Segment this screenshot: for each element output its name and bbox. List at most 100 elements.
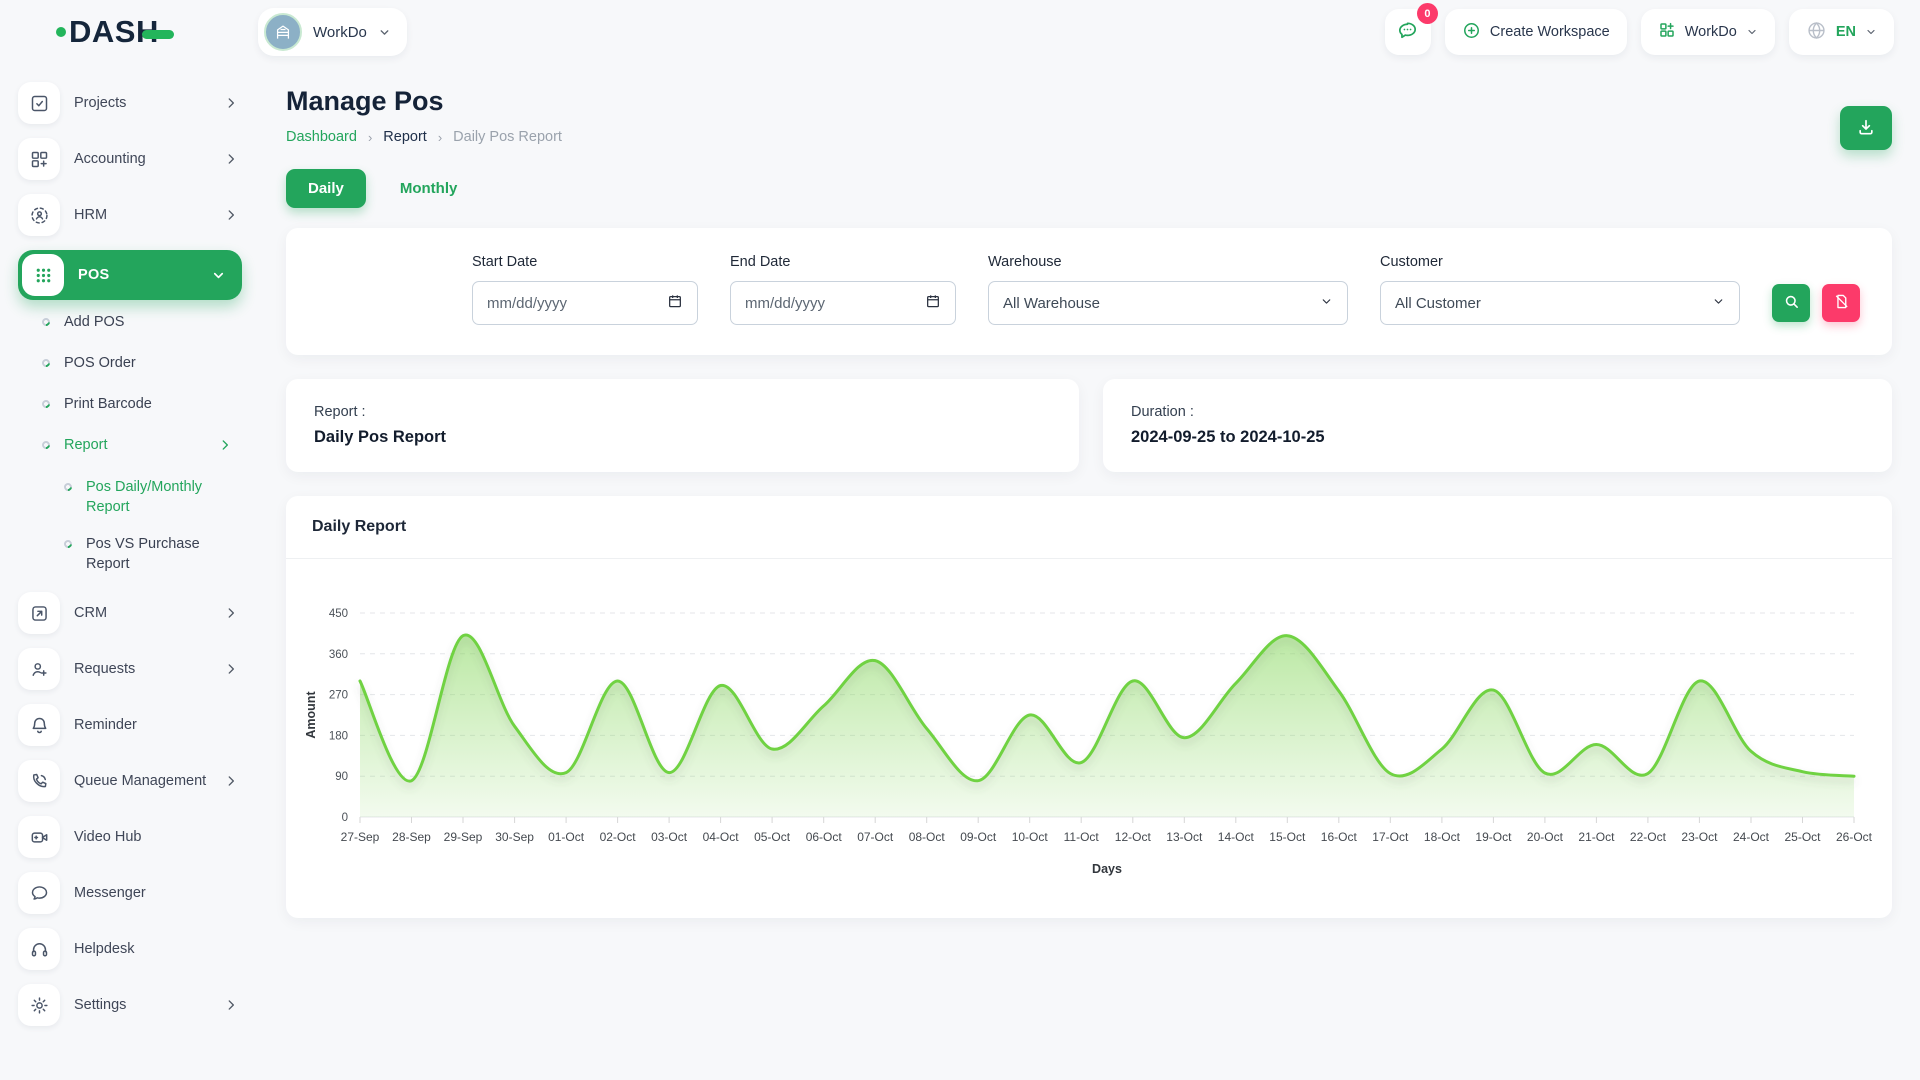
report-summary-card: Report : Daily Pos Report — [286, 379, 1079, 472]
sidebar-item-pos-daily-monthly-report[interactable]: Pos Daily/Monthly Report — [18, 478, 242, 517]
sidebar-item-messenger[interactable]: Messenger — [18, 872, 242, 914]
sidebar-item-requests[interactable]: Requests — [18, 648, 242, 690]
person-plus-icon — [18, 648, 60, 690]
reset-filter-button[interactable] — [1822, 284, 1860, 322]
svg-text:03-Oct: 03-Oct — [651, 830, 688, 844]
sidebar: Projects Accounting HRM POS Add POS POS Order… — [0, 64, 258, 1080]
sidebar-item-pos[interactable]: POS — [18, 250, 242, 300]
svg-text:24-Oct: 24-Oct — [1733, 830, 1770, 844]
page-title: Manage Pos — [286, 86, 1892, 117]
sidebar-item-accounting[interactable]: Accounting — [18, 138, 242, 180]
svg-text:29-Sep: 29-Sep — [444, 830, 483, 844]
bullet-icon — [62, 538, 73, 549]
svg-text:10-Oct: 10-Oct — [1012, 830, 1049, 844]
workspace-avatar-building-icon — [264, 13, 302, 51]
chevron-down-icon — [1746, 26, 1758, 38]
bullet-icon — [40, 398, 51, 409]
bullet-icon — [62, 481, 73, 492]
workspace-switcher[interactable]: WorkDo — [258, 8, 407, 56]
chart-card-title: Daily Report — [286, 496, 1892, 559]
sidebar-item-video-hub[interactable]: Video Hub — [18, 816, 242, 858]
sidebar-item-report[interactable]: Report — [18, 437, 242, 453]
create-workspace-button[interactable]: Create Workspace — [1445, 9, 1627, 55]
chevron-right-icon — [224, 774, 242, 788]
daily-report-chart-card: Daily Report 090180270360450 27-Sep28-Se… — [286, 496, 1892, 918]
sidebar-item-print-barcode[interactable]: Print Barcode — [18, 396, 242, 412]
customer-select[interactable]: All Customer — [1380, 281, 1740, 325]
sidebar-item-add-pos[interactable]: Add POS — [18, 314, 242, 330]
notification-badge: 0 — [1417, 3, 1438, 24]
bullet-icon — [40, 357, 51, 368]
svg-text:23-Oct: 23-Oct — [1681, 830, 1718, 844]
chevron-down-icon — [1865, 26, 1877, 38]
svg-text:17-Oct: 17-Oct — [1372, 830, 1409, 844]
breadcrumb-daily-pos-report: Daily Pos Report — [453, 129, 562, 145]
breadcrumb-dashboard[interactable]: Dashboard — [286, 129, 357, 145]
svg-text:26-Oct: 26-Oct — [1836, 830, 1873, 844]
download-button[interactable] — [1840, 106, 1892, 150]
sidebar-item-reminder[interactable]: Reminder — [18, 704, 242, 746]
svg-text:0: 0 — [342, 812, 348, 824]
warehouse-select[interactable]: All Warehouse — [988, 281, 1348, 325]
sidebar-item-projects[interactable]: Projects — [18, 82, 242, 124]
customer-field: Customer All Customer — [1380, 254, 1740, 325]
warehouse-label: Warehouse — [988, 254, 1348, 270]
language-dropdown[interactable]: EN — [1789, 9, 1894, 55]
bell-icon — [18, 704, 60, 746]
workspace-dropdown-label: WorkDo — [1685, 24, 1737, 40]
svg-text:06-Oct: 06-Oct — [806, 830, 843, 844]
start-date-placeholder: mm/dd/yyyy — [487, 295, 567, 312]
report-period-tabs: Daily Monthly — [286, 169, 1892, 208]
breadcrumb: Dashboard › Report › Daily Pos Report — [286, 129, 1892, 145]
svg-text:21-Oct: 21-Oct — [1578, 830, 1615, 844]
svg-text:Days: Days — [1092, 862, 1122, 876]
duration-summary-label: Duration : — [1131, 404, 1864, 420]
calendar-icon — [667, 293, 683, 313]
duration-summary-value: 2024-09-25 to 2024-10-25 — [1131, 428, 1864, 447]
svg-text:05-Oct: 05-Oct — [754, 830, 791, 844]
start-date-input[interactable]: mm/dd/yyyy — [472, 281, 698, 325]
main-content: Manage Pos Dashboard › Report › Daily Pos Re… — [258, 64, 1920, 1080]
sidebar-item-crm[interactable]: CRM — [18, 592, 242, 634]
svg-text:360: 360 — [329, 649, 348, 661]
svg-text:07-Oct: 07-Oct — [857, 830, 894, 844]
workspace-dropdown[interactable]: WorkDo — [1641, 9, 1775, 55]
svg-text:90: 90 — [335, 771, 348, 783]
svg-text:12-Oct: 12-Oct — [1115, 830, 1152, 844]
area-chart-svg: 090180270360450 27-Sep28-Sep29-Sep30-Sep… — [300, 589, 1876, 891]
search-button[interactable] — [1772, 284, 1810, 322]
tab-monthly[interactable]: Monthly — [394, 179, 464, 198]
dots-grid-icon — [22, 254, 64, 296]
filter-card: Start Date mm/dd/yyyy End Date mm/dd/yyy… — [286, 228, 1892, 355]
svg-text:28-Sep: 28-Sep — [392, 830, 431, 844]
sidebar-item-queue-management[interactable]: Queue Management — [18, 760, 242, 802]
sidebar-item-pos-vs-purchase-report[interactable]: Pos VS Purchase Report — [18, 535, 242, 574]
sidebar-item-pos-order[interactable]: POS Order — [18, 355, 242, 371]
report-summary-value: Daily Pos Report — [314, 428, 1051, 447]
phone-call-icon — [18, 760, 60, 802]
sidebar-item-helpdesk[interactable]: Helpdesk — [18, 928, 242, 970]
sidebar-item-settings[interactable]: Settings — [18, 984, 242, 1026]
svg-text:450: 450 — [329, 608, 348, 620]
chat-bubble-icon — [18, 872, 60, 914]
tab-daily[interactable]: Daily — [286, 169, 366, 208]
svg-text:15-Oct: 15-Oct — [1269, 830, 1306, 844]
end-date-input[interactable]: mm/dd/yyyy — [730, 281, 956, 325]
svg-text:20-Oct: 20-Oct — [1527, 830, 1564, 844]
sidebar-item-hrm[interactable]: HRM — [18, 194, 242, 236]
svg-text:270: 270 — [329, 690, 348, 702]
chevron-right-icon — [224, 152, 242, 166]
messages-button[interactable]: 0 — [1385, 9, 1431, 55]
svg-text:18-Oct: 18-Oct — [1424, 830, 1461, 844]
chevron-right-icon — [224, 662, 242, 676]
warehouse-field: Warehouse All Warehouse — [988, 254, 1348, 325]
chevron-down-icon — [211, 268, 230, 283]
svg-text:01-Oct: 01-Oct — [548, 830, 585, 844]
breadcrumb-separator-icon: › — [368, 130, 372, 145]
breadcrumb-report[interactable]: Report — [383, 129, 427, 145]
svg-text:08-Oct: 08-Oct — [909, 830, 946, 844]
svg-text:Amount: Amount — [304, 691, 318, 739]
svg-text:25-Oct: 25-Oct — [1784, 830, 1821, 844]
file-slash-icon — [1833, 293, 1850, 313]
breadcrumb-separator-icon: › — [438, 130, 442, 145]
